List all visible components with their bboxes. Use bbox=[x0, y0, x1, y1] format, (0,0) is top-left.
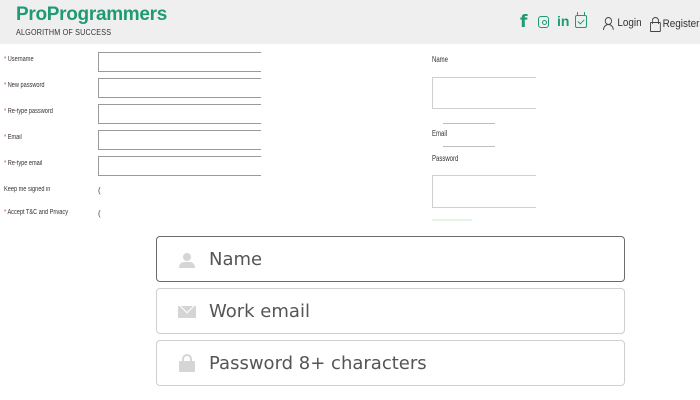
right-password-input[interactable] bbox=[432, 175, 536, 208]
work-email-placeholder: Work email bbox=[209, 301, 310, 322]
right-email-label: Email bbox=[432, 129, 448, 138]
work-email-field[interactable]: Work email bbox=[156, 288, 625, 334]
brand-logo[interactable]: ProProgrammers ALGORITHM OF SUCCESS bbox=[16, 4, 168, 38]
name-field[interactable]: Name bbox=[156, 236, 625, 282]
register-link[interactable]: Register bbox=[650, 17, 700, 32]
retype-email-input[interactable] bbox=[98, 156, 261, 176]
user-icon bbox=[603, 17, 614, 30]
password-field[interactable]: Password 8+ characters bbox=[156, 340, 625, 386]
submit-button-edge[interactable] bbox=[432, 219, 472, 221]
facebook-icon[interactable]: f bbox=[520, 12, 527, 32]
email-input[interactable] bbox=[98, 130, 261, 150]
right-email-underline[interactable] bbox=[443, 146, 495, 147]
linkedin-icon[interactable]: in bbox=[557, 13, 569, 33]
name-placeholder: Name bbox=[209, 249, 263, 270]
retype-password-input[interactable] bbox=[98, 104, 261, 124]
username-input[interactable] bbox=[98, 52, 261, 72]
padlock-icon bbox=[179, 354, 195, 372]
right-name-label: Name bbox=[432, 55, 449, 64]
top-header: ProProgrammers ALGORITHM OF SUCCESS f in… bbox=[0, 0, 700, 44]
register-label: Register bbox=[662, 17, 700, 30]
username-label: * Username bbox=[4, 56, 34, 63]
lock-icon bbox=[650, 17, 661, 32]
instagram-icon[interactable] bbox=[538, 16, 549, 28]
new-password-label: * New password bbox=[4, 82, 45, 89]
mail-icon bbox=[178, 306, 196, 318]
person-icon bbox=[179, 253, 195, 268]
retype-password-label: * Re-type password bbox=[4, 108, 53, 115]
brand-name: ProProgrammers bbox=[16, 4, 168, 25]
accept-terms-checkbox[interactable]: ( bbox=[98, 209, 101, 218]
keep-signed-in-label: Keep me signed in bbox=[4, 186, 51, 193]
right-password-label: Password bbox=[432, 154, 459, 163]
accept-terms-label: * Accept T&C and Privacy bbox=[4, 209, 69, 216]
calendar-icon[interactable] bbox=[575, 12, 587, 28]
brand-tagline: ALGORITHM OF SUCCESS bbox=[16, 28, 112, 37]
new-password-input[interactable] bbox=[98, 78, 261, 98]
divider-line bbox=[443, 123, 495, 124]
login-link[interactable]: Login bbox=[603, 17, 642, 30]
right-name-input[interactable] bbox=[432, 77, 536, 109]
login-label: Login bbox=[617, 17, 642, 29]
keep-signed-in-checkbox[interactable]: ( bbox=[98, 186, 101, 195]
password-placeholder: Password 8+ characters bbox=[209, 353, 427, 374]
email-label: * Email bbox=[4, 134, 22, 141]
retype-email-label: * Re-type email bbox=[4, 160, 43, 167]
